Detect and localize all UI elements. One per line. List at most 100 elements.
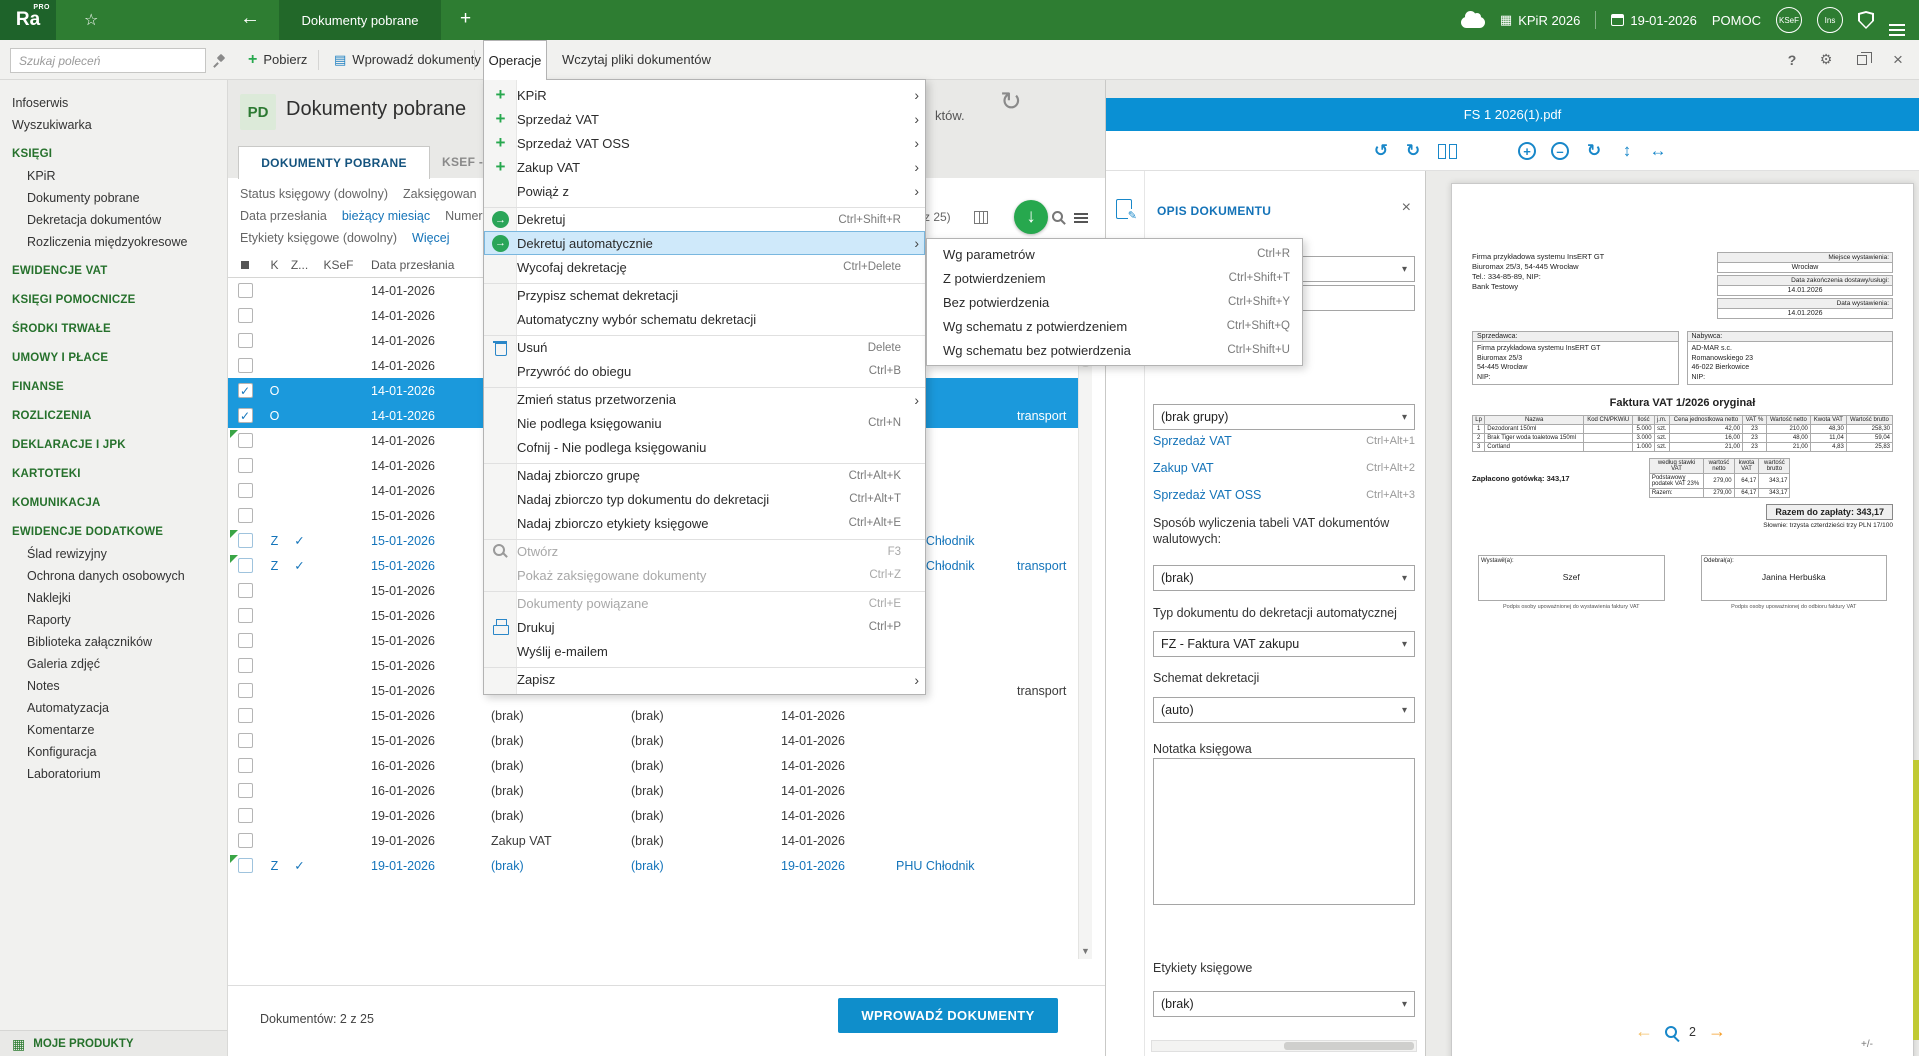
scroll-down-arrow[interactable]: ▼ <box>1078 943 1092 959</box>
close-panel-icon[interactable]: × <box>1402 199 1411 217</box>
sidebar-item[interactable]: Rozliczenia międzyokresowe <box>0 231 227 253</box>
row-checkbox[interactable] <box>237 358 253 373</box>
filter[interactable]: Zaksięgowan <box>403 187 477 201</box>
menu-item[interactable]: Wycofaj dekretację Ctrl+Delete <box>484 255 925 279</box>
menu-item[interactable]: Dokumenty powiązane Ctrl+E <box>484 591 925 615</box>
column-header-z[interactable]: Z... <box>287 258 312 272</box>
sidebar-item[interactable]: Laboratorium <box>0 763 227 785</box>
document-edit-icon[interactable] <box>1116 199 1137 222</box>
sidebar-item[interactable]: Ochrona danych osobowych <box>0 565 227 587</box>
filter[interactable]: Data przesłania <box>240 209 327 223</box>
previous-page-icon[interactable]: ← <box>1635 1021 1653 1042</box>
menu-item[interactable]: KPiR › <box>484 83 925 107</box>
menu-item[interactable]: Dekretuj Ctrl+Shift+R <box>484 207 925 231</box>
sidebar-item[interactable]: Raporty <box>0 609 227 631</box>
row-checkbox[interactable] <box>237 633 253 648</box>
ins-badge[interactable]: Ins <box>1817 7 1843 33</box>
sidebar-footer-moje-produkty[interactable]: ▦ MOJE PRODUKTY <box>0 1030 227 1056</box>
row-checkbox[interactable] <box>237 733 253 748</box>
column-header-data-przeslania[interactable]: Data przesłania <box>365 258 485 272</box>
wczytaj-pliki-button[interactable]: Wczytaj pliki dokumentów <box>554 40 719 79</box>
menu-item[interactable]: Dekretuj automatycznie › <box>484 231 925 255</box>
sidebar-item[interactable]: Galeria zdjęć <box>0 653 227 675</box>
ksef-cloud-icon[interactable] <box>1460 11 1485 28</box>
list-menu-icon[interactable] <box>1074 213 1088 215</box>
table-row[interactable]: 16-01-2026 (brak) (brak) 14-01-2026 <box>228 753 1078 778</box>
date-selector[interactable]: 19-01-2026 <box>1611 13 1697 28</box>
menu-item[interactable]: Zakup VAT › <box>484 155 925 179</box>
sidebar-item[interactable]: EWIDENCJE VAT <box>0 260 227 282</box>
filter[interactable]: Więcej <box>412 231 450 245</box>
sidebar-item[interactable]: Infoserwis <box>0 92 227 114</box>
sidebar-item[interactable]: KSIĘGI <box>0 143 227 165</box>
viewer-scrollbar[interactable] <box>1913 760 1919 1040</box>
row-checkbox[interactable] <box>237 783 253 798</box>
labels-select[interactable]: (brak) ▾ <box>1153 991 1415 1017</box>
wprowadz-dokumenty-button[interactable]: ▤ Wprowadź dokumenty <box>326 40 489 79</box>
next-page-icon[interactable]: → <box>1708 1021 1726 1042</box>
menu-item[interactable]: Zapisz › <box>484 667 925 691</box>
filter[interactable]: Numer <box>445 209 483 223</box>
row-checkbox[interactable] <box>237 408 253 423</box>
decree-link[interactable]: Sprzedaż VAT OSS Ctrl+Alt+3 <box>1153 481 1415 508</box>
table-row[interactable]: Z ✓ 19-01-2026 (brak) (brak) 19-01-2026 … <box>228 853 1078 878</box>
row-checkbox[interactable] <box>237 658 253 673</box>
fit-width-icon[interactable]: ↔ <box>1646 139 1670 163</box>
filter[interactable]: Status księgowy (dowolny) <box>240 187 388 201</box>
sidebar-item[interactable]: EWIDENCJE DODATKOWE <box>0 521 227 543</box>
tab-ksef[interactable]: KSEF - <box>442 155 483 169</box>
row-checkbox[interactable] <box>237 483 253 498</box>
schema-select[interactable]: (auto) ▾ <box>1153 697 1415 723</box>
submenu-item[interactable]: Wg schematu z potwierdzeniem Ctrl+Shift+… <box>927 314 1302 338</box>
zoom-in-icon[interactable]: + <box>1518 142 1536 160</box>
menu-item[interactable]: Automatyczny wybór schematu dekretacji <box>484 307 925 331</box>
decree-link[interactable]: Zakup VAT Ctrl+Alt+2 <box>1153 454 1415 481</box>
sidebar-item[interactable]: KARTOTEKI <box>0 463 227 485</box>
menu-item[interactable]: Nadaj zbiorczo typ dokumentu do dekretac… <box>484 487 925 511</box>
menu-item[interactable]: Przypisz schemat dekretacji <box>484 283 925 307</box>
window-restore-icon[interactable] <box>1848 40 1876 79</box>
menu-item[interactable]: Nie podlega księgowaniu Ctrl+N <box>484 411 925 435</box>
menu-item[interactable]: Drukuj Ctrl+P <box>484 615 925 639</box>
menu-item[interactable]: Cofnij - Nie podlega księgowaniu <box>484 435 925 459</box>
search-input[interactable] <box>10 48 206 73</box>
shield-icon[interactable] <box>1858 11 1874 29</box>
download-button[interactable]: ↓ <box>1014 200 1048 234</box>
sidebar-item[interactable]: ŚRODKI TRWAŁE <box>0 318 227 340</box>
wprowadz-dokumenty-submit-button[interactable]: WPROWADŹ DOKUMENTY <box>838 998 1058 1033</box>
settings-gear-icon[interactable]: ⚙ <box>1812 40 1840 79</box>
row-checkbox[interactable] <box>237 383 253 398</box>
menu-item[interactable]: Zmień status przetworzenia › <box>484 387 925 411</box>
close-icon[interactable]: × <box>1884 40 1912 79</box>
refresh-view-icon[interactable]: ↻ <box>1582 139 1606 163</box>
submenu-item[interactable]: Bez potwierdzenia Ctrl+Shift+Y <box>927 290 1302 314</box>
back-arrow-icon[interactable]: ← <box>240 7 260 30</box>
doc-type-select[interactable]: FZ - Faktura VAT zakupu ▾ <box>1153 631 1415 657</box>
new-tab-button[interactable]: + <box>460 8 471 30</box>
period-selector[interactable]: ▦ KPiR 2026 <box>1500 12 1580 28</box>
sidebar-item[interactable]: Konfiguracja <box>0 741 227 763</box>
menu-item[interactable]: Nadaj zbiorczo etykiety księgowe Ctrl+Al… <box>484 511 925 535</box>
tab-dokumenty-pobrane[interactable]: DOKUMENTY POBRANE <box>238 146 430 179</box>
operacje-menu-button[interactable]: Operacje <box>483 40 547 80</box>
row-checkbox[interactable] <box>237 558 253 573</box>
row-checkbox[interactable] <box>237 458 253 473</box>
pin-icon[interactable] <box>212 54 226 68</box>
filter[interactable]: Etykiety księgowe (dowolny) <box>240 231 397 245</box>
row-checkbox[interactable] <box>237 508 253 523</box>
column-header-ksef[interactable]: KSeF <box>312 258 365 272</box>
opis-horizontal-scrollbar[interactable] <box>1151 1040 1417 1052</box>
zoom-out-icon[interactable]: – <box>1551 142 1569 160</box>
row-checkbox[interactable] <box>237 683 253 698</box>
favorites-star-icon[interactable]: ☆ <box>84 10 98 30</box>
sidebar-item[interactable]: Wyszukiwarka <box>0 114 227 136</box>
row-checkbox[interactable] <box>237 833 253 848</box>
rotate-left-icon[interactable]: ↺ <box>1369 139 1393 163</box>
row-checkbox[interactable] <box>237 858 253 873</box>
app-logo[interactable]: Ra PRO <box>0 0 56 40</box>
sidebar-item[interactable]: Dokumenty pobrane <box>0 187 227 209</box>
sidebar-item[interactable]: FINANSE <box>0 376 227 398</box>
help-button[interactable]: ? <box>1778 40 1806 79</box>
sidebar-item[interactable]: KSIĘGI POMOCNICZE <box>0 289 227 311</box>
sidebar-item[interactable]: UMOWY I PŁACE <box>0 347 227 369</box>
